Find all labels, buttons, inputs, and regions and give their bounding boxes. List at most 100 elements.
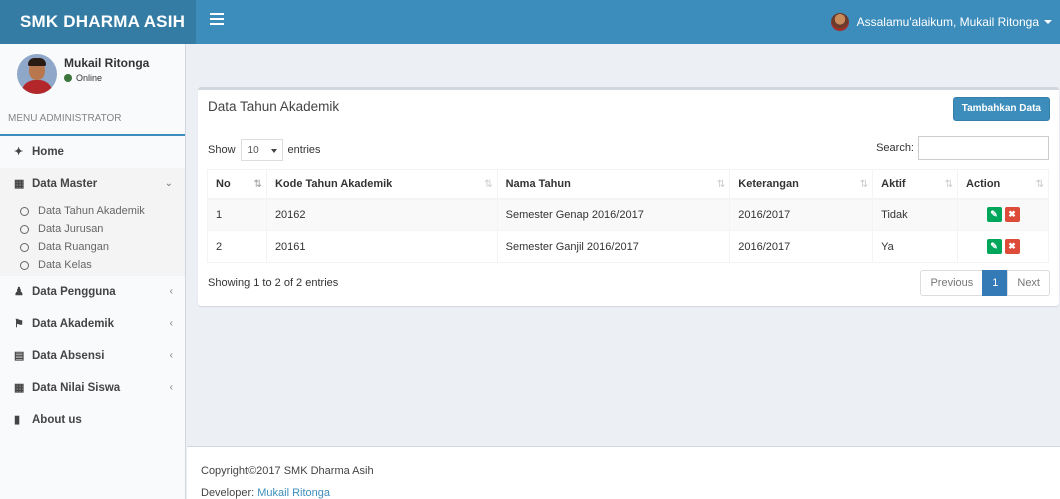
submenu-data-master: Data Tahun Akademik Data Jurusan Data Ru…	[0, 200, 185, 276]
chevron-down-icon: ⌄	[164, 178, 173, 189]
user-icon: ♟	[14, 286, 24, 298]
sort-icon: ⇅	[1035, 179, 1045, 190]
calendar-icon: ▤	[14, 350, 25, 362]
greeting-text: Assalamu'alaikum, Mukail Ritonga	[856, 15, 1039, 29]
cell-keterangan: 2016/2017	[729, 230, 874, 263]
user-avatar-small	[830, 13, 849, 31]
cell-nama: Semester Ganjil 2016/2017	[496, 230, 731, 263]
cell-action: ✎ ✖	[957, 230, 1049, 263]
sidebar-item-label: Data Pengguna	[32, 286, 116, 298]
sort-asc-icon: ⇅	[253, 179, 263, 190]
entries-label: entries	[287, 144, 321, 156]
sidebar-item-label: Home	[32, 146, 64, 158]
sidebar-item-data-pengguna[interactable]: ♟ Data Pengguna ‹	[0, 276, 185, 308]
footer: Copyright©2017 SMK Dharma Asih Developer…	[187, 446, 1060, 499]
column-label: No	[216, 177, 231, 190]
column-header-no[interactable]: No ⇅	[207, 169, 267, 200]
delete-button[interactable]: ✖	[1004, 239, 1020, 254]
chevron-left-icon: ‹	[169, 286, 173, 297]
column-header-action[interactable]: Action ⇅	[957, 169, 1049, 200]
column-label: Kode Tahun Akademik	[274, 177, 393, 190]
copyright-text: Copyright©2017 SMK Dharma Asih	[201, 465, 374, 477]
developer-label: Developer:	[201, 487, 258, 499]
sidebar-item-label: About us	[32, 414, 82, 426]
edit-icon: ✎	[990, 209, 998, 220]
page-1-button[interactable]: 1	[982, 270, 1009, 296]
user-panel: Mukail Ritonga Online	[0, 44, 185, 102]
book-icon: ▮	[14, 414, 21, 426]
show-label: Show	[208, 144, 236, 156]
status-text: Online	[76, 73, 103, 83]
cell-action: ✎ ✖	[957, 198, 1049, 231]
table-row: 1 20162 Semester Genap 2016/2017 2016/20…	[207, 198, 1049, 231]
sidebar-toggle-icon[interactable]	[210, 13, 224, 29]
column-header-aktif[interactable]: Aktif ⇅	[872, 169, 959, 200]
edit-button[interactable]: ✎	[986, 239, 1002, 254]
page-title: Data Tahun Akademik	[208, 99, 340, 114]
sidebar: Mukail Ritonga Online MENU ADMINISTRATOR…	[0, 44, 186, 499]
add-data-button[interactable]: Tambahkan Data	[952, 97, 1050, 121]
submenu-item-ruangan[interactable]: Data Ruangan	[0, 238, 185, 256]
circle-icon	[20, 260, 29, 270]
user-name: Mukail Ritonga	[64, 56, 150, 70]
submenu-label: Data Kelas	[38, 259, 92, 271]
column-label: Aktif	[881, 177, 906, 190]
sidebar-item-label: Data Absensi	[32, 350, 105, 362]
sort-icon: ⇅	[944, 179, 954, 190]
submenu-item-jurusan[interactable]: Data Jurusan	[0, 220, 185, 238]
sort-icon: ⇅	[484, 179, 493, 190]
submenu-label: Data Tahun Akademik	[38, 205, 145, 217]
chevron-left-icon: ‹	[169, 382, 173, 393]
cell-kode: 20161	[265, 230, 498, 263]
next-page-button[interactable]: Next	[1007, 270, 1050, 296]
online-dot-icon	[64, 74, 72, 82]
sidebar-item-data-master[interactable]: ▦ Data Master ⌄	[0, 168, 185, 200]
delete-button[interactable]: ✖	[1004, 207, 1020, 223]
data-table: No ⇅ Kode Tahun Akademik ⇅ Nama Tahun ⇅ Ket…	[207, 169, 1049, 263]
submenu-item-kelas[interactable]: Data Kelas	[0, 256, 185, 274]
sort-icon: ⇅	[859, 179, 869, 190]
sidebar-item-data-akademik[interactable]: ⚑ Data Akademik ‹	[0, 308, 185, 340]
close-icon: ✖	[1008, 241, 1016, 251]
sidebar-item-label: Data Akademik	[32, 318, 115, 330]
sidebar-item-data-absensi[interactable]: ▤ Data Absensi ‹	[0, 340, 185, 372]
user-menu[interactable]: Assalamu'alaikum, Mukail Ritonga	[830, 0, 1052, 44]
caret-down-icon	[1044, 20, 1052, 24]
column-label: Action	[966, 177, 1001, 190]
table-info: Showing 1 to 2 of 2 entries	[208, 277, 339, 289]
column-header-kode[interactable]: Kode Tahun Akademik ⇅	[265, 169, 498, 200]
sidebar-item-about-us[interactable]: ▮ About us	[0, 404, 185, 436]
cell-nama: Semester Genap 2016/2017	[496, 198, 731, 231]
table-icon: ▦	[14, 178, 25, 190]
sidebar-item-home[interactable]: ✦ Home	[0, 136, 185, 168]
developer-line: Developer: Mukail Ritonga	[201, 482, 1060, 499]
column-label: Keterangan	[738, 177, 799, 190]
sidebar-item-label: Data Nilai Siswa	[32, 382, 121, 394]
column-header-keterangan[interactable]: Keterangan ⇅	[729, 169, 874, 200]
submenu-label: Data Ruangan	[38, 241, 109, 253]
entries-select[interactable]: 10	[240, 139, 283, 161]
edit-icon: ✎	[990, 241, 998, 251]
search-label: Search:	[876, 142, 914, 154]
app-logo[interactable]: SMK DHARMA ASIH	[0, 0, 196, 44]
sort-icon: ⇅	[716, 179, 726, 190]
select-arrow-icon	[270, 149, 277, 153]
column-header-nama[interactable]: Nama Tahun ⇅	[496, 169, 731, 200]
column-label: Nama Tahun	[505, 177, 571, 190]
cell-aktif: Tidak	[872, 198, 959, 231]
submenu-item-tahun-akademik[interactable]: Data Tahun Akademik	[0, 202, 185, 220]
previous-page-button[interactable]: Previous	[920, 270, 984, 296]
cell-aktif: Ya	[872, 230, 959, 263]
sidebar-item-data-nilai-siswa[interactable]: ▦ Data Nilai Siswa ‹	[0, 372, 185, 404]
home-icon: ✦	[14, 146, 24, 158]
tag-icon: ⚑	[14, 318, 24, 330]
edit-button[interactable]: ✎	[986, 207, 1002, 223]
developer-link[interactable]: Mukail Ritonga	[257, 487, 330, 499]
cell-keterangan: 2016/2017	[729, 198, 874, 231]
sidebar-item-label: Data Master	[32, 178, 98, 190]
search-control: Search:	[876, 136, 1049, 160]
cell-no: 1	[207, 198, 267, 231]
search-input[interactable]	[918, 136, 1049, 160]
grid-icon: ▦	[14, 382, 25, 394]
cell-kode: 20162	[265, 198, 498, 231]
